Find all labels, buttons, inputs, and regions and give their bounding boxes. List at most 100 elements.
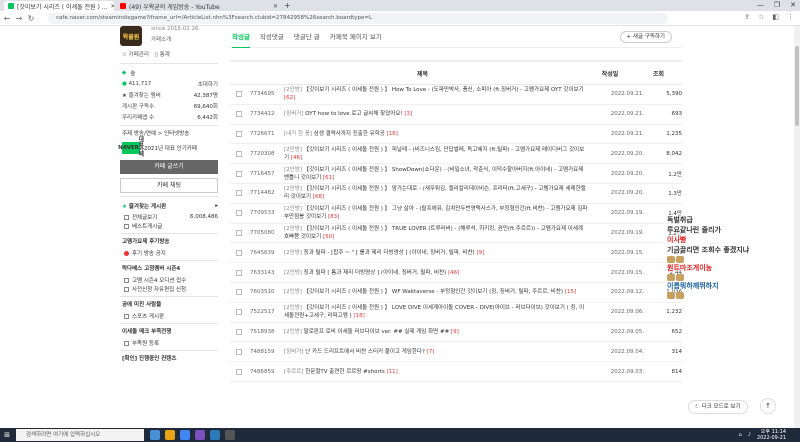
table-row[interactable]: 7734695 [2인방] 【갓이보기 시리즈 ( 이세돌 전원 ) 】 How … bbox=[230, 85, 682, 105]
row-checkbox[interactable] bbox=[236, 229, 242, 236]
row-checkbox[interactable] bbox=[236, 210, 242, 217]
close-window-icon[interactable]: ✕ bbox=[790, 0, 796, 11]
dark-mode-button[interactable]: ☾ 다크 모드로 보기 bbox=[688, 400, 748, 414]
tab-posts[interactable]: 작성글 bbox=[232, 26, 250, 48]
app-icon[interactable] bbox=[195, 430, 205, 440]
article-title[interactable]: [2인방] 징과 릴파 - [합주 ~ " [ 롤과 제리 더빙영상 ] (아이… bbox=[284, 249, 588, 257]
board-item[interactable]: 스포츠 게시판 bbox=[118, 311, 220, 320]
browser-tab-cafe[interactable]: [갓이보기 시리즈 ( 이세돌 전원 ) ... ✕ bbox=[4, 1, 114, 11]
browser-tab-youtube[interactable]: (49) 우왁굳의 게임방송 - YouTube ✕ bbox=[116, 1, 282, 11]
article-title[interactable]: [2인방] 【갓이보기 시리즈 ( 이세돌 전원 ) 】 WF Waktaver… bbox=[284, 288, 588, 296]
row-checkbox[interactable] bbox=[236, 269, 242, 276]
board-item-best[interactable]: 베스트게시글 bbox=[118, 221, 220, 230]
board-item-all[interactable]: 전체글보기 6,008,486 bbox=[118, 212, 220, 221]
table-row[interactable]: 7603510 [2인방] 【갓이보기 시리즈 ( 이세돌 전원 ) 】 WF W… bbox=[230, 283, 682, 303]
invite-link[interactable]: 초대하기 bbox=[198, 80, 218, 88]
tab-cafebook[interactable]: 카페북 페이지 보기 bbox=[330, 26, 382, 48]
table-row[interactable]: 7705080 [2인방] 【갓이보기 시리즈 ( 이세돌 전원 ) 】 TRUE… bbox=[230, 224, 682, 244]
cafe-rank: 숲 bbox=[130, 70, 136, 77]
article-title[interactable]: [징버거] 난 카드 드리프트에서 비챤 스티커 붙이고 게임한다? [7] bbox=[284, 348, 588, 356]
row-checkbox[interactable] bbox=[236, 130, 242, 137]
expand-icon[interactable]: ▸ bbox=[215, 203, 218, 209]
windows-start-icon[interactable]: ⊞ bbox=[0, 428, 14, 442]
row-checkbox[interactable] bbox=[236, 249, 242, 256]
table-row[interactable]: 7633143 [2인방] 징과 릴파 [ 톰과 제리 더빙영상 ] (아이네, … bbox=[230, 263, 682, 283]
table-row[interactable]: 7716457 [2인방] 【갓이보기 시리즈 ( 이세돌 전원 ) 】 Show… bbox=[230, 164, 682, 184]
cafe-chat-button[interactable]: 카페 채팅 bbox=[120, 178, 218, 193]
tab-commented-posts[interactable]: 댓글단 글 bbox=[294, 26, 320, 48]
extensions-icon[interactable]: ◧ bbox=[772, 13, 779, 21]
back-icon[interactable]: ← bbox=[2, 14, 12, 23]
app-icon[interactable] bbox=[210, 430, 220, 440]
row-checkbox[interactable] bbox=[236, 309, 242, 316]
article-title[interactable]: [2인방] 【갓이보기 시리즈 ( 이세돌 전원 ) 】 ShowDown(쇼다… bbox=[284, 166, 588, 182]
share-icon[interactable]: ⇪ bbox=[744, 13, 750, 21]
row-checkbox[interactable] bbox=[236, 150, 242, 157]
bookmark-star-icon[interactable]: ☆ bbox=[758, 13, 764, 21]
scrollbar[interactable] bbox=[794, 26, 800, 428]
scroll-top-button[interactable]: ↑ bbox=[760, 398, 776, 414]
row-checkbox[interactable] bbox=[236, 368, 242, 375]
close-icon[interactable]: ✕ bbox=[273, 3, 278, 10]
table-row[interactable]: 7522517 [2인방] 【갓이보기 시리즈 ( 이세돌 전원 ) 】 LOVE… bbox=[230, 303, 682, 323]
cafe-stats-link[interactable]: ▯ 통계 bbox=[155, 50, 170, 60]
article-title[interactable]: [2인방] 징과 릴파 [ 톰과 제리 더빙영상 ] (아이네, 징버거, 릴파… bbox=[284, 269, 588, 277]
table-row[interactable]: 7720308 [2인방] 【갓이보기 시리즈 ( 이세돌 전원 ) 】 피날레 … bbox=[230, 144, 682, 165]
url-field[interactable]: cafe.naver.com/steamindiegame?iframe_url… bbox=[48, 13, 668, 24]
table-row[interactable]: 7714482 [2인방] 【갓이보기 시리즈 ( 이세돌 전원 ) 】 맘가는대… bbox=[230, 184, 682, 204]
cafe-info-link[interactable]: 카페소개 bbox=[151, 35, 171, 43]
row-checkbox[interactable] bbox=[236, 111, 242, 118]
task-view-icon[interactable] bbox=[150, 430, 160, 440]
article-title[interactable]: [2인방] 【갓이보기 시리즈 ( 이세돌 전원 ) 】 맘가는대로 - (새우… bbox=[284, 185, 588, 201]
member-count[interactable]: 411,717 bbox=[129, 81, 152, 87]
board-item[interactable]: 사전신청 자유편집 신청 bbox=[118, 284, 220, 293]
table-row[interactable]: 7486859 [주르르] 한문철TV 출연한 르르땅 #shorts [11] 2… bbox=[230, 362, 682, 382]
article-title[interactable]: [징버거] OYT how to love 로고 글씨체 찾았어요! [3] bbox=[284, 110, 588, 118]
article-title[interactable]: [2인방] 【갓이보기 시리즈 ( 이세돌 전원 ) 】 How To Love… bbox=[284, 86, 588, 102]
article-title[interactable]: [주르르] 한문철TV 출연한 르르땅 #shorts [11] bbox=[284, 368, 588, 376]
table-row[interactable]: 7645639 [2인방] 징과 릴파 - [합주 ~ " [ 롤과 제리 더빙영… bbox=[230, 243, 682, 264]
row-checkbox[interactable] bbox=[236, 348, 242, 355]
cafe-logo[interactable]: 왁물원 bbox=[120, 26, 142, 46]
menu-icon[interactable]: ⋮ bbox=[787, 13, 794, 21]
minimize-icon[interactable]: — bbox=[757, 0, 764, 11]
row-checkbox[interactable] bbox=[236, 91, 242, 98]
table-row[interactable]: 7709533 [2인방] 【갓이보기 시리즈 ( 이세돌 전원 ) 】 그냥 살… bbox=[230, 204, 682, 224]
row-checkbox[interactable] bbox=[236, 170, 242, 177]
board-item[interactable]: 고멤 시즌4 오디션 접수 bbox=[118, 275, 220, 284]
article-title[interactable]: [2인방] 【갓이보기 시리즈 ( 이세돌 전원 ) 】 LOVE DIVE 이… bbox=[284, 304, 588, 320]
maximize-icon[interactable]: ❐ bbox=[774, 0, 780, 11]
row-checkbox[interactable] bbox=[236, 328, 242, 335]
article-title[interactable]: [내가 한 풍] 삼생 결력사까지 진출한 유학공 [16] bbox=[284, 130, 588, 138]
table-row[interactable]: 7518938 [2인방] 팔로판프 로비 이세돌 러브다이브 ver. ## 실… bbox=[230, 323, 682, 343]
app-icon[interactable] bbox=[225, 430, 235, 440]
article-title[interactable]: [2인방] 【갓이보기 시리즈 ( 이세돌 전원 ) 】 그냥 살아 - (랄프… bbox=[284, 205, 588, 221]
cafe-write-button[interactable]: 카페 글쓰기 bbox=[120, 160, 218, 174]
taskbar: ⊞ 검색하려면 여기에 입력하십시오 ⌂ ♪ 오후 11:14 2022-09-2… bbox=[0, 428, 800, 442]
article-date: 2022.09.03. bbox=[610, 368, 644, 375]
cafe-manage-link[interactable]: ☆ 카페관리 bbox=[122, 50, 149, 60]
reload-icon[interactable]: ↻ bbox=[26, 14, 36, 23]
table-row[interactable]: 7734412 [징버거] OYT how to love 로고 글씨체 찾았어요… bbox=[230, 105, 682, 125]
close-icon[interactable]: ✕ bbox=[110, 3, 114, 10]
new-tab-button[interactable]: + bbox=[284, 1, 291, 10]
volume-icon[interactable]: ♪ bbox=[748, 432, 751, 438]
comment-count: [68] bbox=[312, 194, 325, 201]
network-icon[interactable]: ⌂ bbox=[739, 432, 742, 438]
board-item[interactable]: 부족원 등록 bbox=[118, 338, 220, 347]
table-row[interactable]: 7488159 [징버거] 난 카드 드리프트에서 비챤 스티커 붙이고 게임한다… bbox=[230, 342, 682, 363]
article-list-panel: 작성글 작성댓글 댓글단 글 카페북 페이지 보기 + 새글 구독하기 제목 작… bbox=[230, 26, 682, 428]
board-item[interactable]: 후기 방송 공지 bbox=[118, 248, 220, 257]
file-explorer-icon[interactable] bbox=[165, 430, 175, 440]
table-row[interactable]: 7726671 [내가 한 풍] 삼생 결력사까지 진출한 유학공 [16] 202… bbox=[230, 125, 682, 145]
row-checkbox[interactable] bbox=[236, 190, 242, 197]
subscribe-button[interactable]: + 새글 구독하기 bbox=[619, 31, 672, 43]
article-title[interactable]: [2인방] 【갓이보기 시리즈 ( 이세돌 전원 ) 】 TRUE LOVER … bbox=[284, 225, 588, 241]
article-title[interactable]: [2인방] 【갓이보기 시리즈 ( 이세돌 전원 ) 】 피날레 - (비즈니스… bbox=[284, 146, 588, 162]
row-checkbox[interactable] bbox=[236, 289, 242, 296]
tab-comments[interactable]: 작성댓글 bbox=[260, 26, 284, 48]
taskbar-search-input[interactable]: 검색하려면 여기에 입력하십시오 bbox=[16, 429, 144, 441]
article-title[interactable]: [2인방] 팔로판프 로비 이세돌 러브다이브 ver. ## 실제 게임 화면… bbox=[284, 328, 588, 336]
forward-icon[interactable]: → bbox=[14, 14, 24, 23]
chrome-icon[interactable] bbox=[180, 430, 190, 440]
